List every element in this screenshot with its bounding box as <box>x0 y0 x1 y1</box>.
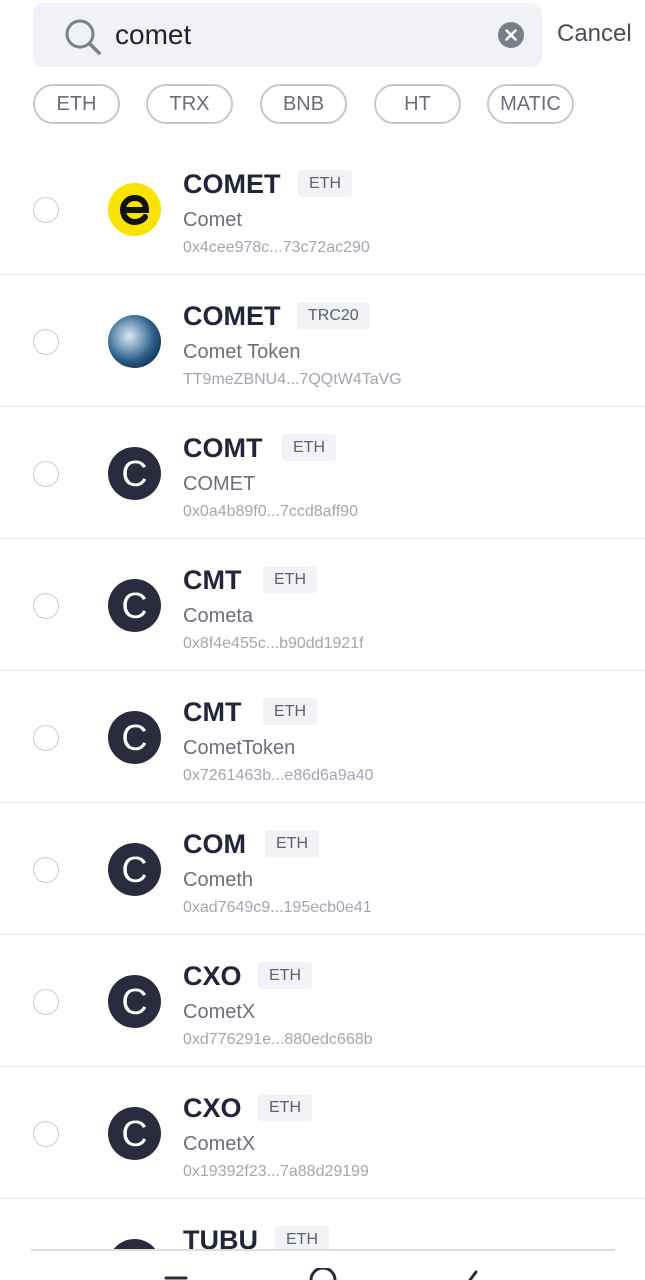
token-row[interactable]: COMET ETH Comet 0x4cee978c...73c72ac290 <box>0 143 645 275</box>
token-row[interactable]: C CMT ETH Cometa 0x8f4e455c...b90dd1921f <box>0 539 645 671</box>
back-icon[interactable] <box>466 1268 482 1280</box>
bottom-divider <box>31 1249 615 1251</box>
token-name: Comet Token <box>183 341 301 363</box>
chain-badge: ETH <box>263 698 317 725</box>
letter-avatar-icon: C <box>108 843 161 896</box>
token-symbol: COM <box>183 829 246 859</box>
token-symbol: COMT <box>183 433 263 463</box>
token-address: 0xad7649c9...195ecb0e41 <box>183 899 372 916</box>
token-symbol: TUBU <box>183 1225 258 1250</box>
cancel-button[interactable]: Cancel <box>557 20 632 48</box>
chip-ht[interactable]: HT <box>374 84 461 124</box>
chain-badge: ETH <box>275 1226 329 1250</box>
token-name: Comet <box>183 209 242 231</box>
search-icon <box>65 19 101 55</box>
menu-icon[interactable] <box>164 1268 188 1280</box>
clear-search-icon[interactable] <box>498 22 524 48</box>
letter-avatar-icon: C <box>108 975 161 1028</box>
token-name: Cometh <box>183 869 254 891</box>
letter-avatar-icon: C <box>108 1107 161 1160</box>
token-row[interactable]: C TUBU ETH <box>0 1199 645 1250</box>
chain-badge: ETH <box>298 170 352 197</box>
token-row[interactable]: C CXO ETH CometX 0xd776291e...880edc668b <box>0 935 645 1067</box>
home-icon[interactable] <box>308 1268 338 1280</box>
token-name: COMET <box>183 473 256 495</box>
token-symbol: CMT <box>183 565 242 595</box>
token-address: 0x8f4e455c...b90dd1921f <box>183 635 364 652</box>
token-symbol: CXO <box>183 1093 242 1123</box>
chain-badge: ETH <box>265 830 319 857</box>
globe-logo-icon <box>108 315 161 368</box>
token-name: Cometa <box>183 605 254 627</box>
chain-badge: ETH <box>258 1094 312 1121</box>
token-name: CometX <box>183 1133 256 1155</box>
select-radio[interactable] <box>33 725 59 751</box>
select-radio[interactable] <box>33 1121 59 1147</box>
search-box[interactable] <box>33 3 542 67</box>
token-address: TT9meZBNU4...7QQtW4TaVG <box>183 371 402 388</box>
select-radio[interactable] <box>33 989 59 1015</box>
chip-matic[interactable]: MATIC <box>487 84 574 124</box>
token-address: 0x19392f23...7a88d29199 <box>183 1163 369 1180</box>
select-radio[interactable] <box>33 593 59 619</box>
token-symbol: COMET <box>183 301 281 331</box>
select-radio[interactable] <box>33 461 59 487</box>
chip-eth[interactable]: ETH <box>33 84 120 124</box>
token-row[interactable]: C COMT ETH COMET 0x0a4b89f0...7ccd8aff90 <box>0 407 645 539</box>
token-address: 0xd776291e...880edc668b <box>183 1031 373 1048</box>
search-input[interactable] <box>115 13 485 57</box>
chain-badge: TRC20 <box>297 302 370 329</box>
token-symbol: CXO <box>183 961 242 991</box>
token-address: 0x4cee978c...73c72ac290 <box>183 239 370 256</box>
letter-avatar-icon: C <box>108 711 161 764</box>
token-symbol: CMT <box>183 697 242 727</box>
chain-filter-chips: ETH TRX BNB HT MATIC <box>0 84 645 128</box>
token-address: 0x0a4b89f0...7ccd8aff90 <box>183 503 358 520</box>
search-row: Cancel <box>0 0 645 72</box>
token-row[interactable]: COMET TRC20 Comet Token TT9meZBNU4...7QQ… <box>0 275 645 407</box>
chain-badge: ETH <box>282 434 336 461</box>
token-row[interactable]: C CMT ETH CometToken 0x7261463b...e86d6a… <box>0 671 645 803</box>
select-radio[interactable] <box>33 197 59 223</box>
letter-avatar-icon: C <box>108 579 161 632</box>
chain-badge: ETH <box>258 962 312 989</box>
chip-trx[interactable]: TRX <box>146 84 233 124</box>
token-symbol: COMET <box>183 169 281 199</box>
letter-avatar-icon: C <box>108 447 161 500</box>
token-row[interactable]: C CXO ETH CometX 0x19392f23...7a88d29199 <box>0 1067 645 1199</box>
token-name: CometToken <box>183 737 296 759</box>
select-radio[interactable] <box>33 329 59 355</box>
select-radio[interactable] <box>33 857 59 883</box>
token-list: COMET ETH Comet 0x4cee978c...73c72ac290 … <box>0 143 645 1250</box>
chip-bnb[interactable]: BNB <box>260 84 347 124</box>
token-name: CometX <box>183 1001 256 1023</box>
token-row[interactable]: C COM ETH Cometh 0xad7649c9...195ecb0e41 <box>0 803 645 935</box>
token-address: 0x7261463b...e86d6a9a40 <box>183 767 374 784</box>
chain-badge: ETH <box>263 566 317 593</box>
comet-e-logo-icon <box>108 183 161 236</box>
